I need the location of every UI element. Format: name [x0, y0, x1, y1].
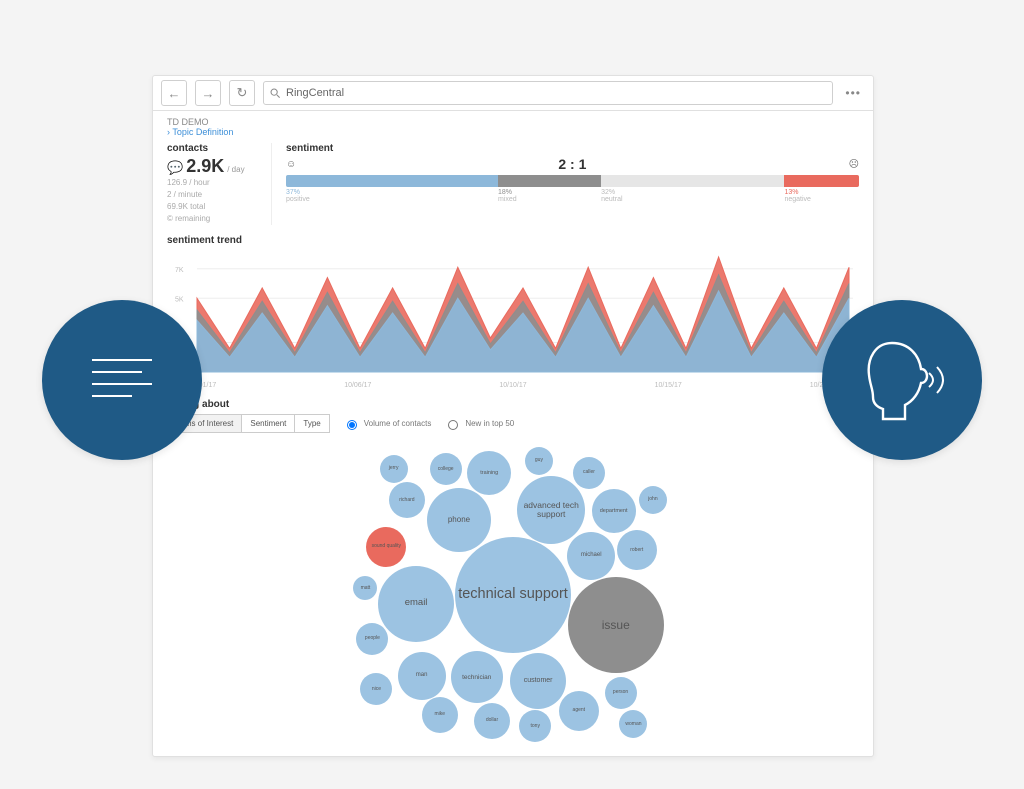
tab-type[interactable]: Type	[295, 414, 329, 433]
search-value: RingCentral	[286, 87, 344, 99]
bubble-item[interactable]: people	[356, 623, 388, 655]
bubble-item[interactable]: guy	[525, 447, 553, 475]
contacts-row: 126.9 / hour	[167, 177, 263, 189]
sentiment-panel: sentiment ☺ 2 : 1 ☹ 37%positive18%mixed3…	[286, 143, 859, 225]
text-lines-icon	[82, 350, 162, 410]
contacts-panel: contacts 💬 2.9K / day 126.9 / hour 2 / m…	[167, 143, 272, 225]
svg-text:7K: 7K	[175, 267, 184, 274]
contacts-unit: / day	[227, 165, 244, 174]
trend-xaxis: 10/01/1710/06/1710/10/1710/15/1710/21/17	[153, 380, 873, 391]
opt-new[interactable]: New in top 50	[443, 417, 514, 430]
bubble-item[interactable]: man	[398, 652, 446, 700]
talking-panel: talking about Items of Interest Sentimen…	[153, 391, 873, 765]
bubble-item[interactable]: training	[467, 451, 511, 495]
bubble-item[interactable]: phone	[427, 488, 491, 552]
bubble-item[interactable]: technician	[451, 651, 503, 703]
bubble-item[interactable]: mike	[422, 697, 458, 733]
bubble-item[interactable]: department	[592, 489, 636, 533]
breadcrumb-link[interactable]: › Topic Definition	[167, 127, 233, 137]
more-button[interactable]: •••	[841, 86, 865, 100]
speaking-head-icon	[847, 325, 957, 435]
bubble-item[interactable]: jerry	[380, 455, 408, 483]
forward-button[interactable]: →	[195, 80, 221, 106]
bubble-item[interactable]: robert	[617, 530, 657, 570]
talking-title: talking about	[167, 399, 859, 410]
text-badge	[42, 300, 202, 460]
sentiment-bar	[286, 175, 859, 187]
bubble-item[interactable]: matt	[353, 576, 377, 600]
contacts-row: 2 / minute	[167, 189, 263, 201]
contacts-row: © remaining	[167, 213, 263, 225]
bubble-item[interactable]: customer	[510, 653, 566, 709]
search-icon	[270, 88, 281, 99]
bubble-item[interactable]: agent	[559, 691, 599, 731]
talking-tabs: Items of Interest Sentiment Type Volume …	[167, 414, 859, 433]
bubble-item[interactable]: sound quality	[366, 527, 406, 567]
tab-sentiment[interactable]: Sentiment	[242, 414, 295, 433]
bubble-item[interactable]: technical support	[455, 537, 571, 653]
bubble-item[interactable]: caller	[573, 457, 605, 489]
bubble-item[interactable]: michael	[567, 532, 615, 580]
bubble-item[interactable]: john	[639, 486, 667, 514]
app-window: ← → ↻ RingCentral ••• TD DEMO › Topic De…	[152, 75, 874, 757]
frown-icon: ☹	[849, 159, 859, 170]
bubble-item[interactable]: richard	[389, 482, 425, 518]
bubble-item[interactable]: email	[378, 566, 454, 642]
bubble-item[interactable]: college	[430, 453, 462, 485]
bubble-item[interactable]: nice	[360, 673, 392, 705]
page-title: TD DEMO	[167, 117, 859, 127]
contacts-title: contacts	[167, 143, 263, 154]
radio-volume[interactable]	[347, 420, 357, 430]
sentiment-legend: 37%positive18%mixed32%neutral13%negative	[286, 189, 859, 203]
bubble-item[interactable]: person	[605, 677, 637, 709]
search-input[interactable]: RingCentral	[263, 81, 833, 105]
sentiment-trend-chart: 7K5K2K	[153, 250, 873, 380]
voice-badge	[822, 300, 982, 460]
bubble-chart: technical supportissue email advanced tech…	[353, 445, 673, 745]
svg-text:5K: 5K	[175, 296, 184, 303]
bubble-item[interactable]: issue	[568, 577, 664, 673]
bubble-item[interactable]: dollar	[474, 703, 510, 739]
bubble-item[interactable]: tony	[519, 710, 551, 742]
breadcrumb: TD DEMO › Topic Definition	[153, 111, 873, 139]
radio-new[interactable]	[448, 420, 458, 430]
browser-toolbar: ← → ↻ RingCentral •••	[153, 76, 873, 111]
refresh-button[interactable]: ↻	[229, 80, 255, 106]
sentiment-title: sentiment	[286, 143, 859, 154]
bubble-item[interactable]: advanced tech support	[517, 476, 585, 544]
smile-icon: ☺	[286, 159, 296, 170]
comment-icon: 💬	[167, 160, 183, 176]
sentiment-ratio: 2 : 1	[302, 156, 842, 172]
opt-volume[interactable]: Volume of contacts	[342, 417, 432, 430]
bubble-item[interactable]: woman	[619, 710, 647, 738]
contacts-value: 2.9K	[186, 156, 224, 177]
trend-title: sentiment trend	[153, 233, 873, 248]
back-button[interactable]: ←	[161, 80, 187, 106]
contacts-row: 69.9K total	[167, 201, 263, 213]
